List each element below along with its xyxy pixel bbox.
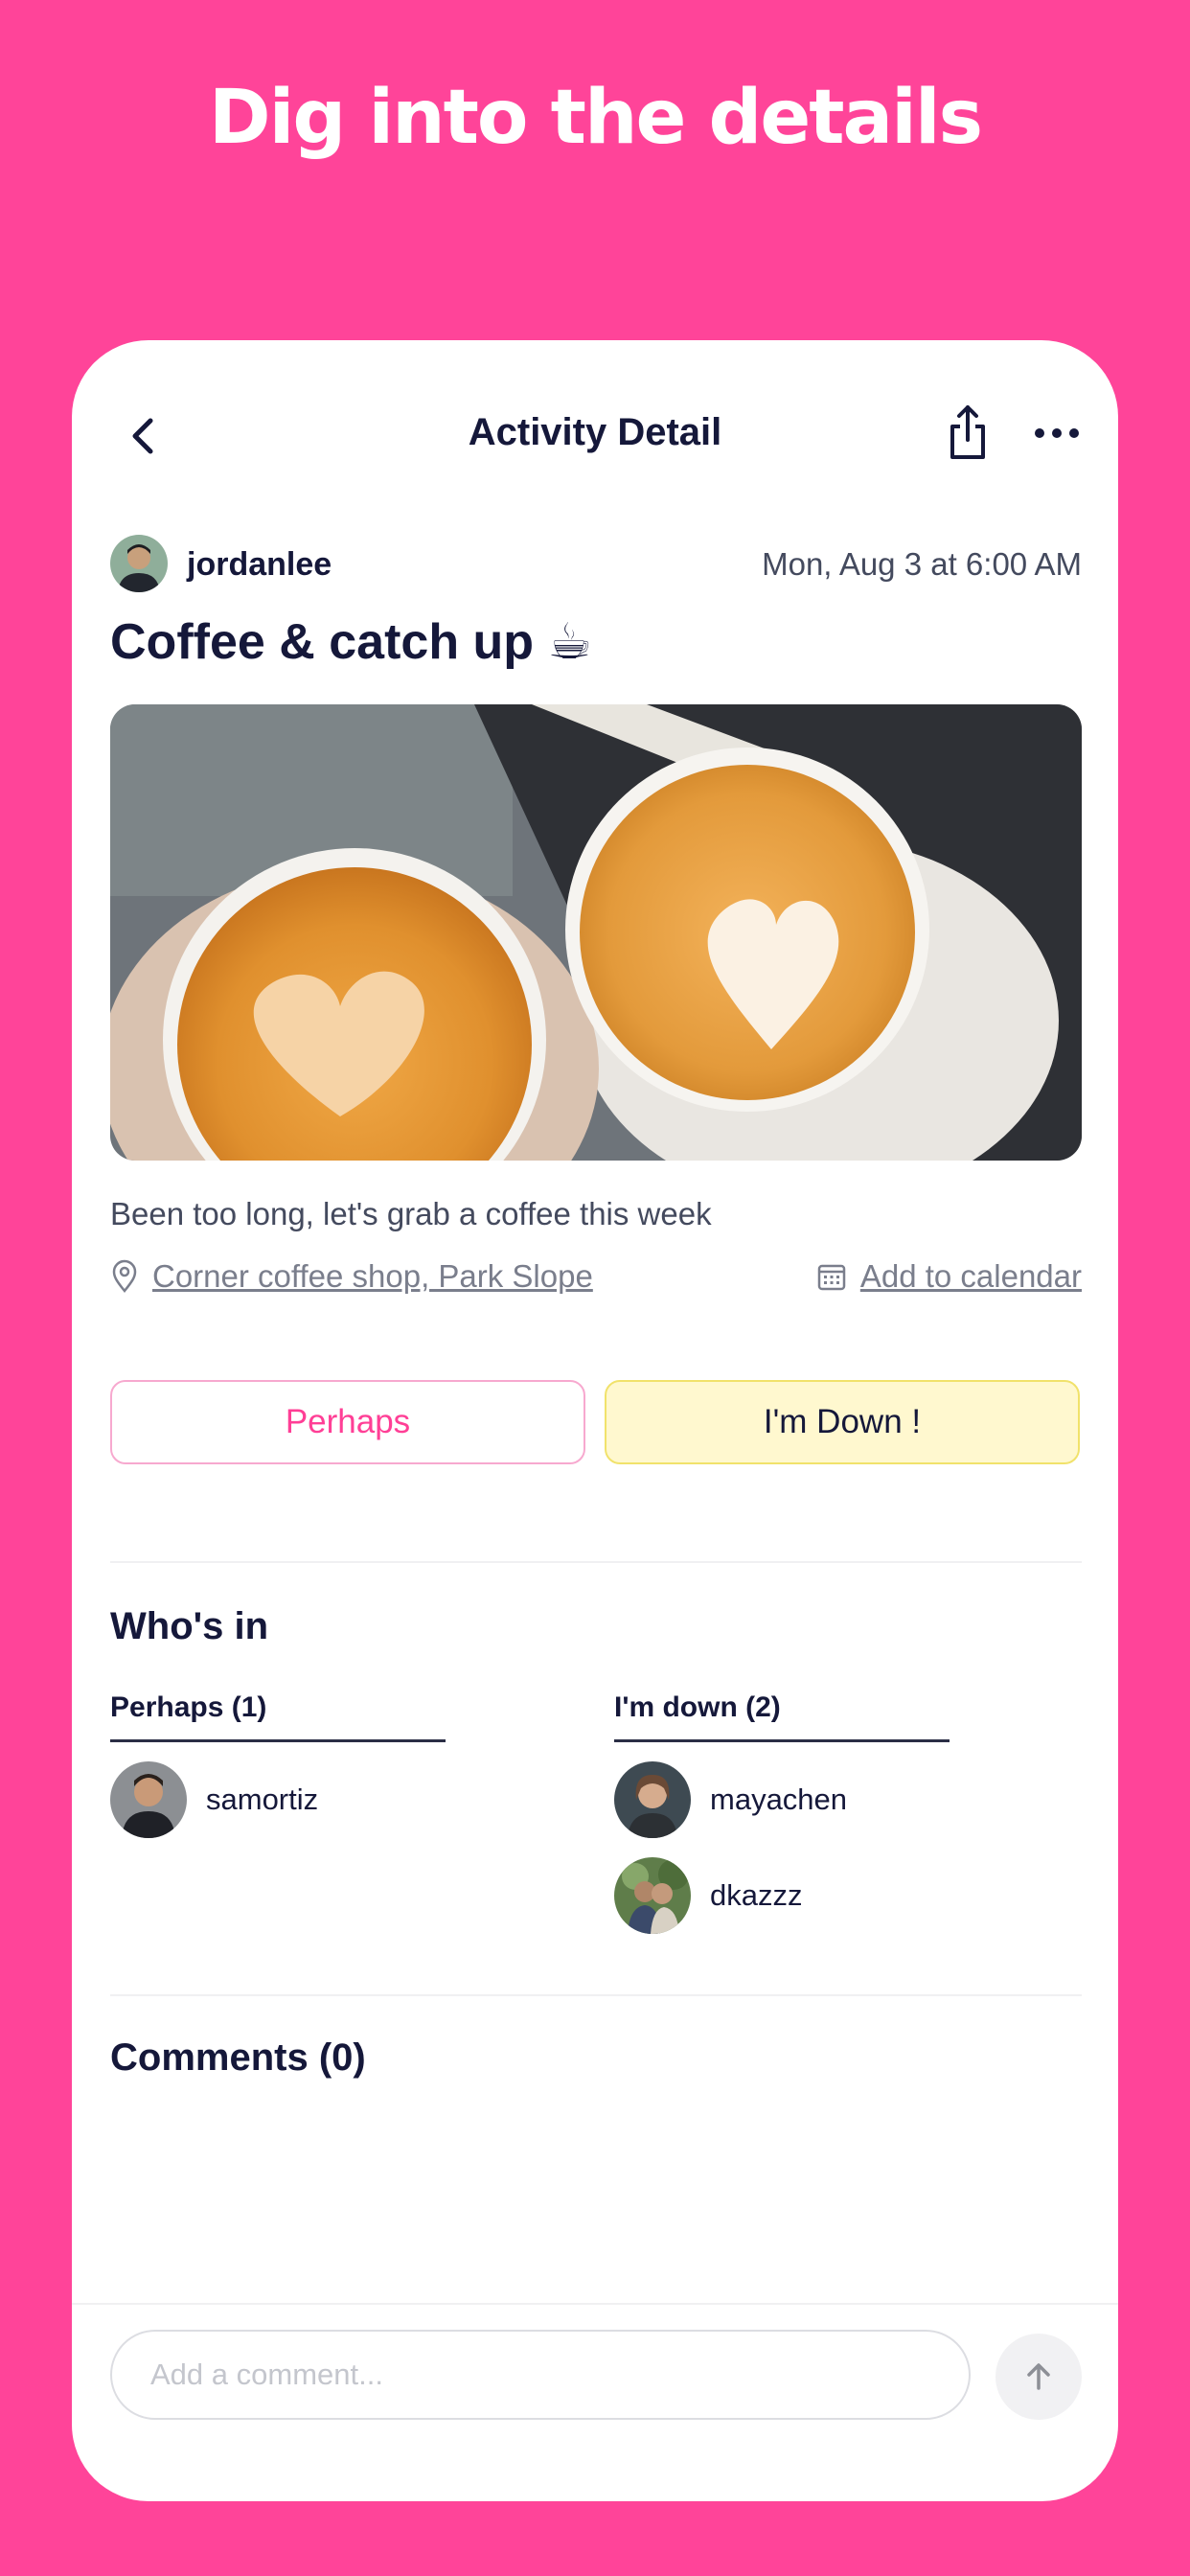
perhaps-column-header: Perhaps (1): [110, 1691, 446, 1742]
add-to-calendar-text[interactable]: Add to calendar: [860, 1258, 1082, 1295]
send-comment-button[interactable]: [995, 2334, 1082, 2420]
im-down-column: I'm down (2) mayachen dkazzz: [614, 1691, 950, 1934]
attendee-username: dkazzz: [710, 1878, 803, 1912]
attendee-avatar: [110, 1761, 187, 1838]
perhaps-button[interactable]: Perhaps: [110, 1380, 585, 1464]
im-down-button[interactable]: I'm Down !: [605, 1380, 1080, 1464]
whos-in-heading: Who's in: [110, 1605, 269, 1647]
add-to-calendar-link[interactable]: Add to calendar: [816, 1258, 1082, 1295]
calendar-icon: [817, 1264, 846, 1291]
attendee-username: samortiz: [206, 1782, 319, 1816]
author-username[interactable]: jordanlee: [187, 546, 332, 584]
activity-datetime: Mon, Aug 3 at 6:00 AM: [762, 546, 1082, 582]
location-text[interactable]: Corner coffee shop, Park Slope: [152, 1258, 593, 1295]
arrow-up-icon: [1027, 2363, 1050, 2390]
location-link[interactable]: Corner coffee shop, Park Slope: [110, 1258, 593, 1295]
section-divider: [110, 1994, 1082, 1996]
author-avatar[interactable]: [110, 535, 168, 592]
composer-divider: [72, 2303, 1118, 2305]
comment-input[interactable]: [110, 2330, 971, 2420]
activity-detail-screen: Activity Detail jordanlee Mon, Aug 3 at …: [72, 340, 1118, 2501]
promo-headline: Dig into the details: [208, 75, 983, 161]
activity-title: Coffee & catch up ☕: [110, 614, 593, 670]
comments-heading: Comments (0): [110, 2036, 366, 2079]
attendee-avatar: [614, 1761, 691, 1838]
attendee-avatar: [614, 1857, 691, 1934]
post-author-row: jordanlee Mon, Aug 3 at 6:00 AM: [110, 535, 1082, 594]
activity-description: Been too long, let's grab a coffee this …: [110, 1196, 712, 1231]
attendee-item[interactable]: samortiz: [110, 1761, 446, 1838]
nav-bar: Activity Detail: [72, 398, 1118, 474]
share-icon[interactable]: [939, 398, 996, 465]
activity-photo: [110, 704, 1082, 1161]
more-options-icon[interactable]: [1028, 409, 1086, 457]
attendee-item[interactable]: dkazzz: [614, 1857, 950, 1934]
attendee-item[interactable]: mayachen: [614, 1761, 950, 1838]
section-divider: [110, 1561, 1082, 1563]
perhaps-column: Perhaps (1) samortiz: [110, 1691, 446, 1838]
map-pin-icon: [112, 1259, 137, 1293]
attendee-username: mayachen: [710, 1782, 848, 1816]
location-calendar-row: Corner coffee shop, Park Slope Add to ca…: [110, 1258, 1082, 1306]
im-down-column-header: I'm down (2): [614, 1691, 950, 1742]
